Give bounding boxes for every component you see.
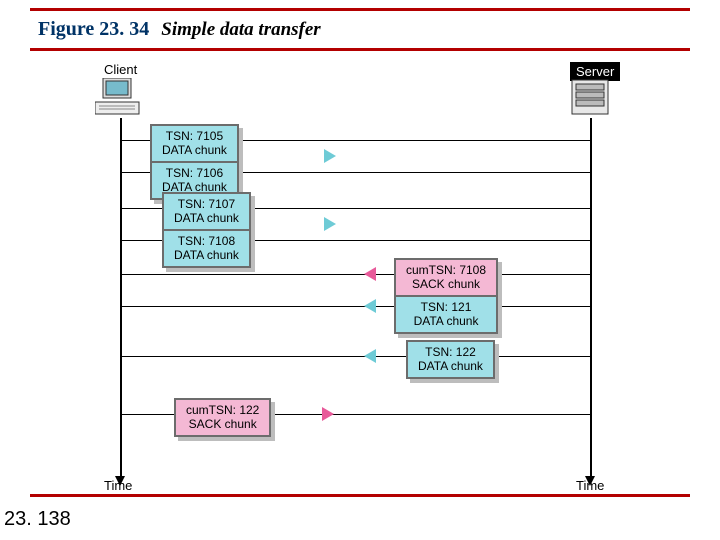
bottom-rule: [30, 494, 690, 497]
figure-number: Figure 23. 34: [38, 18, 149, 41]
arrow-left-icon: [364, 349, 376, 363]
top-rule: [30, 8, 690, 11]
arrow-left-icon: [364, 267, 376, 281]
chunk-frame-4: TSN: 122DATA chunk: [406, 340, 495, 379]
chunk-tsn: TSN: 7106: [162, 166, 227, 180]
data-chunk: TSN: 7107DATA chunk: [164, 194, 249, 229]
data-chunk: TSN: 7105DATA chunk: [152, 126, 237, 161]
chunk-type: DATA chunk: [174, 211, 239, 225]
server-lifeline: [590, 118, 592, 478]
chunk-frame-1: TSN: 7105DATA chunk TSN: 7106 DATA chunk: [150, 124, 239, 200]
arrow-right-icon: [322, 407, 334, 421]
page-number: 23. 138: [4, 508, 71, 531]
msg-line-3b: [122, 306, 590, 307]
client-computer-icon: [95, 78, 145, 118]
chunk-type: SACK chunk: [406, 277, 486, 291]
msg-line-4: [122, 356, 590, 357]
chunk-tsn: cumTSN: 122: [186, 403, 259, 417]
figure-title: Simple data transfer: [161, 19, 320, 41]
sack-chunk: cumTSN: 7108SACK chunk: [396, 260, 496, 295]
chunk-frame-5: cumTSN: 122SACK chunk: [174, 398, 271, 437]
sack-chunk: cumTSN: 122SACK chunk: [176, 400, 269, 435]
arrow-left-icon: [364, 299, 376, 313]
arrow-right-icon: [324, 149, 336, 163]
data-chunk: TSN: 122DATA chunk: [408, 342, 493, 377]
server-time-label: Time: [576, 478, 604, 493]
client-label: Client: [104, 62, 137, 77]
data-chunk: TSN: 121DATA chunk: [396, 295, 496, 332]
chunk-type: DATA chunk: [418, 359, 483, 373]
chunk-type: DATA chunk: [406, 314, 486, 328]
chunk-tsn: cumTSN: 7108: [406, 263, 486, 277]
mid-rule: [30, 48, 690, 51]
chunk-type: DATA chunk: [162, 143, 227, 157]
figure-heading: Figure 23. 34 Simple data transfer: [38, 18, 321, 41]
server-tower-icon: [568, 78, 612, 118]
arrow-right-icon: [324, 217, 336, 231]
chunk-type: DATA chunk: [174, 248, 239, 262]
sequence-diagram: Client Server Time Time TSN: 7105DATA ch…: [60, 60, 660, 490]
client-time-label: Time: [104, 478, 132, 493]
chunk-tsn: TSN: 122: [418, 345, 483, 359]
data-chunk: TSN: 7108DATA chunk: [164, 229, 249, 266]
chunk-tsn: TSN: 7107: [174, 197, 239, 211]
chunk-frame-3: cumTSN: 7108SACK chunk TSN: 121DATA chun…: [394, 258, 498, 334]
chunk-tsn: TSN: 7105: [162, 129, 227, 143]
chunk-frame-2: TSN: 7107DATA chunk TSN: 7108DATA chunk: [162, 192, 251, 268]
msg-line-3: [122, 274, 590, 275]
chunk-tsn: TSN: 121: [406, 300, 486, 314]
chunk-type: SACK chunk: [186, 417, 259, 431]
chunk-tsn: TSN: 7108: [174, 234, 239, 248]
